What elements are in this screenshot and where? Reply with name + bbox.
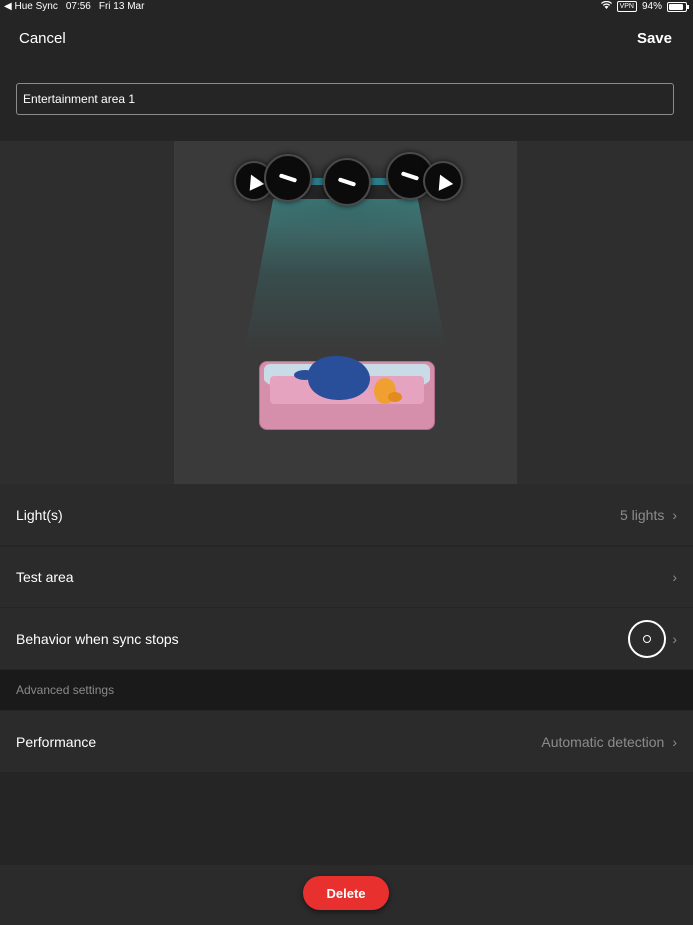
performance-row[interactable]: Performance Automatic detection › (0, 711, 693, 772)
behavior-row[interactable]: Behavior when sync stops › (0, 608, 693, 669)
couch-illustration (259, 356, 435, 430)
status-left: ◀ Hue Sync 07:56 Fri 13 Mar (4, 1, 144, 12)
status-bar: ◀ Hue Sync 07:56 Fri 13 Mar VPN 94% (0, 0, 693, 14)
chevron-right-icon: › (672, 506, 677, 523)
light-beam (245, 199, 446, 349)
performance-value: Automatic detection (541, 733, 665, 750)
lights-value: 5 lights (619, 506, 665, 523)
chevron-right-icon: › (672, 569, 677, 585)
light-cone-icon[interactable] (423, 161, 463, 201)
light-bar-icon[interactable] (264, 154, 312, 202)
status-date: Fri 13 Mar (98, 1, 145, 12)
area-name-input[interactable] (16, 83, 674, 115)
status-right: VPN 94% (600, 0, 689, 12)
dog-illustration (294, 356, 370, 400)
area-preview (174, 141, 517, 484)
chevron-right-icon: › (672, 733, 677, 750)
sync-ring-icon (628, 619, 667, 658)
cat-illustration (374, 378, 402, 404)
delete-button[interactable]: Delete (303, 876, 389, 910)
lights-label: Light(s) (16, 506, 63, 523)
battery-icon (667, 1, 689, 12)
chevron-right-icon: › (672, 630, 677, 647)
bottom-bar: Delete (0, 865, 693, 925)
performance-label: Performance (16, 733, 97, 750)
battery-percent: 94% (641, 1, 662, 12)
light-bar-icon[interactable] (323, 158, 371, 206)
cancel-button[interactable]: Cancel (19, 30, 66, 47)
advanced-settings-header: Advanced settings (0, 670, 693, 710)
wifi-icon (600, 0, 612, 12)
back-to-app-link[interactable]: ◀ Hue Sync (4, 1, 58, 12)
test-area-label: Test area (16, 569, 74, 585)
lights-row[interactable]: Light(s) 5 lights › (0, 484, 693, 545)
nav-bar: Cancel Save (0, 22, 693, 54)
vpn-badge: VPN (616, 1, 637, 12)
test-area-row[interactable]: Test area › (0, 547, 693, 607)
behavior-label: Behavior when sync stops (16, 630, 179, 647)
save-button[interactable]: Save (637, 30, 672, 47)
status-time: 07:56 (65, 1, 91, 12)
